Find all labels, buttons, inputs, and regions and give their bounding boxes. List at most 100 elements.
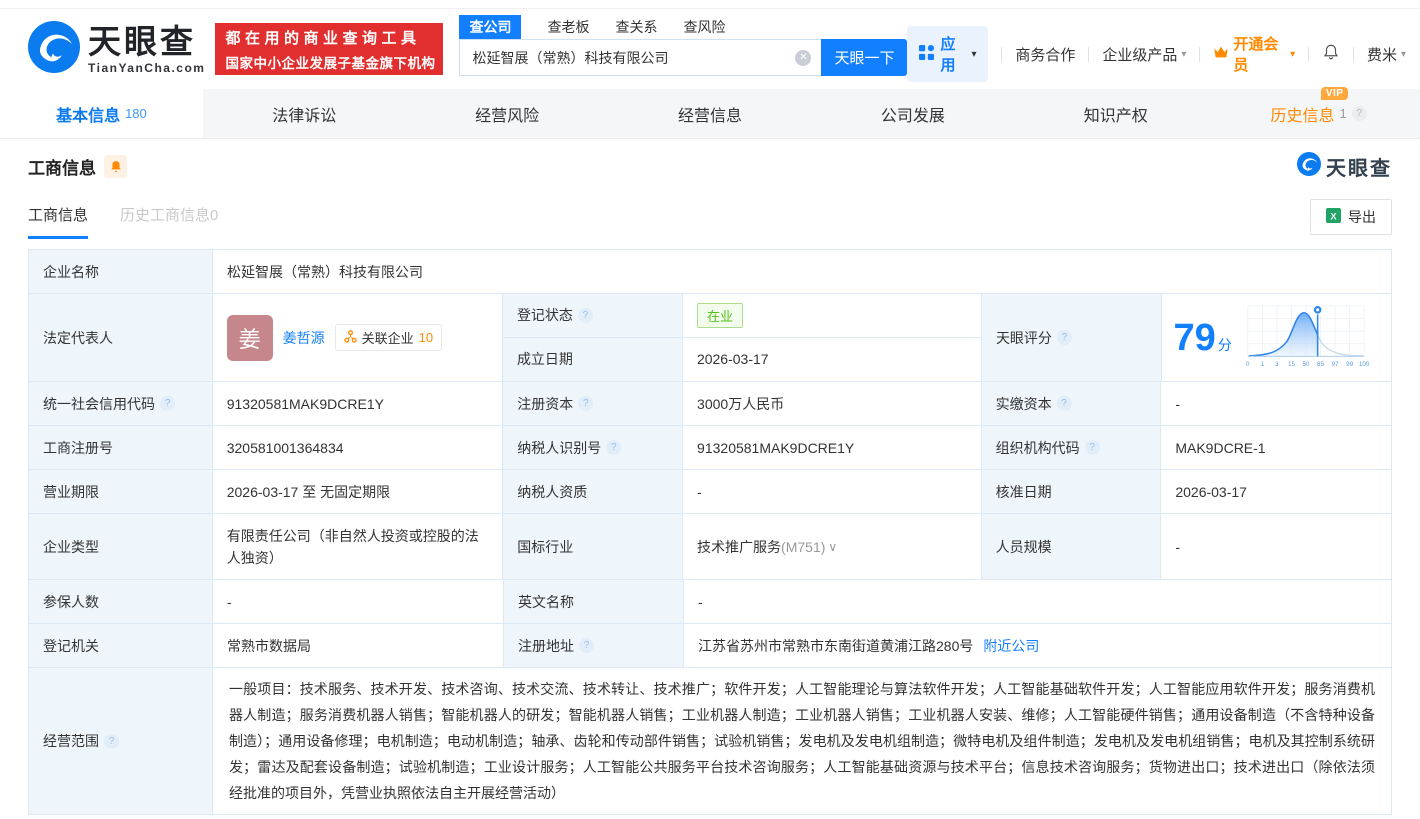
legal-rep-avatar[interactable]: 姜 bbox=[226, 314, 273, 361]
subtab-business-info[interactable]: 工商信息 bbox=[28, 204, 89, 239]
reg-address-value: 江苏省苏州市常熟市东南街道黄浦江路280号 附近公司 bbox=[684, 624, 1391, 667]
company-type-label: 企业类型 bbox=[29, 514, 213, 579]
score-number: 79 bbox=[1173, 316, 1216, 359]
export-button[interactable]: X 导出 bbox=[1310, 199, 1392, 235]
reg-number-label: 工商注册号 bbox=[29, 426, 213, 469]
industry-name: 技术推广服务 bbox=[697, 538, 782, 555]
tab-history-info[interactable]: 历史信息 VIP 1 ? bbox=[1217, 86, 1420, 138]
business-term-value: 2026-03-17 至 无固定期限 bbox=[212, 470, 504, 513]
search-tab-riskcheck[interactable]: 查风险 bbox=[683, 17, 725, 37]
company-type-value: 有限责任公司（非自然人投资或控股的法人独资） bbox=[212, 514, 504, 579]
reg-number-value: 320581001364834 bbox=[212, 426, 504, 469]
chevron-down-icon: ∨ bbox=[828, 539, 838, 554]
open-vip-label: 开通会员 bbox=[1233, 36, 1279, 74]
org-code-label: 组织机构代码? bbox=[981, 426, 1162, 469]
search-button[interactable]: 天眼一下 bbox=[821, 39, 908, 76]
industry-value[interactable]: 技术推广服务 (M751) ∨ bbox=[683, 514, 982, 579]
apps-menu-label: 应用 bbox=[940, 36, 956, 74]
tab-company-development[interactable]: 公司发展 bbox=[811, 89, 1014, 138]
tab-history-count: 1 bbox=[1339, 106, 1347, 121]
table-row: 统一社会信用代码? 91320581MAK9DCRE1Y 注册资本? 3000万… bbox=[29, 382, 1391, 426]
taxpayer-id-label: 纳税人识别号? bbox=[503, 426, 684, 469]
username: 费米 bbox=[1366, 46, 1397, 64]
tianyancha-logo[interactable]: 天眼查 TianYanCha.com bbox=[28, 20, 205, 78]
site-header: 天眼查 TianYanCha.com 都在用的商业查询工具 国家中小企业发展子基… bbox=[0, 9, 1420, 89]
table-row: 工商注册号 320581001364834 纳税人识别号? 91320581MA… bbox=[29, 426, 1391, 470]
reg-authority-label: 登记机关 bbox=[29, 624, 213, 667]
legal-rep-name-link[interactable]: 姜哲源 bbox=[283, 328, 325, 348]
table-row: 企业类型 有限责任公司（非自然人投资或控股的法人独资） 国标行业 技术推广服务 … bbox=[29, 514, 1391, 580]
help-icon[interactable]: ? bbox=[578, 396, 594, 411]
export-label: 导出 bbox=[1348, 209, 1376, 225]
tab-operating-risk[interactable]: 经营风险 bbox=[406, 89, 609, 138]
notification-bell-icon[interactable] bbox=[1322, 43, 1340, 65]
approval-date-value: 2026-03-17 bbox=[1161, 470, 1391, 513]
score-unit: 分 bbox=[1217, 336, 1232, 353]
related-companies-badge[interactable]: 关联企业 10 bbox=[334, 324, 443, 351]
divider bbox=[1001, 46, 1003, 62]
insured-value: - bbox=[213, 580, 504, 623]
svg-text:0: 0 bbox=[1246, 361, 1250, 368]
related-companies-label: 关联企业 bbox=[361, 331, 414, 346]
tab-legal-proceedings[interactable]: 法律诉讼 bbox=[203, 89, 406, 138]
table-row: 营业期限 2026-03-17 至 无固定期限 纳税人资质 - 核准日期 202… bbox=[29, 470, 1391, 514]
table-row: 经营范围? 一般项目：技术服务、技术开发、技术咨询、技术交流、技术转让、技术推广… bbox=[29, 668, 1391, 814]
apps-grid-icon bbox=[919, 44, 935, 64]
search-tab-boss[interactable]: 查老板 bbox=[547, 17, 589, 37]
help-icon[interactable]: ? bbox=[577, 307, 593, 323]
excel-icon: X bbox=[1326, 208, 1341, 226]
industry-label: 国标行业 bbox=[503, 514, 684, 579]
tab-basic-info[interactable]: 基本信息 180 bbox=[0, 89, 203, 138]
table-row: 法定代表人 姜 姜哲源 关联企业 10 登记状态 ? 在业 成立日期 2026-… bbox=[29, 294, 1391, 382]
divider bbox=[1308, 46, 1310, 62]
related-companies-count: 10 bbox=[418, 330, 434, 345]
taxpayer-quality-label: 纳税人资质 bbox=[503, 470, 684, 513]
nearby-companies-link[interactable]: 附近公司 bbox=[983, 636, 1039, 656]
status-badge: 在业 bbox=[696, 302, 743, 328]
search-input[interactable] bbox=[459, 39, 822, 76]
subtab-history-business-info[interactable]: 历史工商信息0 bbox=[120, 204, 218, 239]
help-icon[interactable]: ? bbox=[579, 638, 594, 653]
tab-ip-label: 知识产权 bbox=[1083, 107, 1148, 125]
apps-menu[interactable]: 应用 ▾ bbox=[907, 26, 989, 82]
company-name-value: 松延智展（常熟）科技有限公司 bbox=[213, 250, 1391, 293]
help-icon[interactable]: ? bbox=[606, 440, 622, 455]
help-icon[interactable]: ? bbox=[1056, 396, 1072, 411]
monitor-bell-icon[interactable] bbox=[104, 155, 127, 178]
user-menu[interactable]: 费米 ▾ bbox=[1367, 44, 1406, 65]
approval-date-label: 核准日期 bbox=[981, 470, 1162, 513]
open-vip-button[interactable]: 开通会员 ▾ bbox=[1213, 33, 1295, 75]
banner-line1: 都在用的商业查询工具 bbox=[225, 29, 421, 47]
svg-text:1: 1 bbox=[1260, 361, 1264, 368]
credit-code-value: 91320581MAK9DCRE1Y bbox=[212, 382, 504, 425]
promo-banner: 都在用的商业查询工具 国家中小企业发展子基金旗下机构 bbox=[215, 23, 444, 75]
company-name-label: 企业名称 bbox=[29, 250, 213, 293]
help-icon[interactable]: ? bbox=[1084, 440, 1100, 455]
caret-down-icon: ▾ bbox=[1290, 48, 1296, 60]
logo-text: 天眼查 bbox=[88, 22, 196, 60]
establish-date-label: 成立日期 bbox=[502, 337, 683, 381]
tab-intellectual-property[interactable]: 知识产权 bbox=[1014, 89, 1217, 138]
business-info-table: 企业名称 松延智展（常熟）科技有限公司 法定代表人 姜 姜哲源 关联企业 10 bbox=[28, 249, 1392, 815]
insured-label: 参保人数 bbox=[29, 580, 213, 623]
crown-icon bbox=[1213, 45, 1229, 63]
search-tab-relation[interactable]: 查关系 bbox=[615, 17, 657, 37]
network-icon bbox=[343, 329, 357, 346]
search-area: 查公司 查老板 查关系 查风险 ✕ 天眼一下 bbox=[459, 15, 908, 76]
nav-enterprise-products[interactable]: 企业级产品 ▾ bbox=[1102, 44, 1186, 65]
english-name-value: - bbox=[684, 580, 1391, 623]
help-icon[interactable]: ? bbox=[1351, 106, 1367, 121]
reg-capital-label: 注册资本? bbox=[503, 382, 684, 425]
section-title: 工商信息 bbox=[28, 159, 96, 178]
nav-business-cooperation[interactable]: 商务合作 bbox=[1015, 44, 1075, 65]
help-icon[interactable]: ? bbox=[160, 396, 175, 411]
reg-address-text: 江苏省苏州市常熟市东南街道黄浦江路280号 bbox=[698, 637, 974, 654]
help-icon[interactable]: ? bbox=[104, 733, 119, 749]
caret-down-icon: ▾ bbox=[1400, 48, 1407, 60]
taxpayer-id-value: 91320581MAK9DCRE1Y bbox=[683, 426, 982, 469]
help-icon[interactable]: ? bbox=[1056, 330, 1072, 345]
search-tab-company[interactable]: 查公司 bbox=[459, 15, 522, 39]
tianyancha-logo-icon bbox=[28, 20, 80, 78]
tab-operating-info[interactable]: 经营信息 bbox=[609, 89, 812, 138]
business-scope-value: 一般项目：技术服务、技术开发、技术咨询、技术交流、技术转让、技术推广；软件开发；… bbox=[213, 668, 1391, 814]
